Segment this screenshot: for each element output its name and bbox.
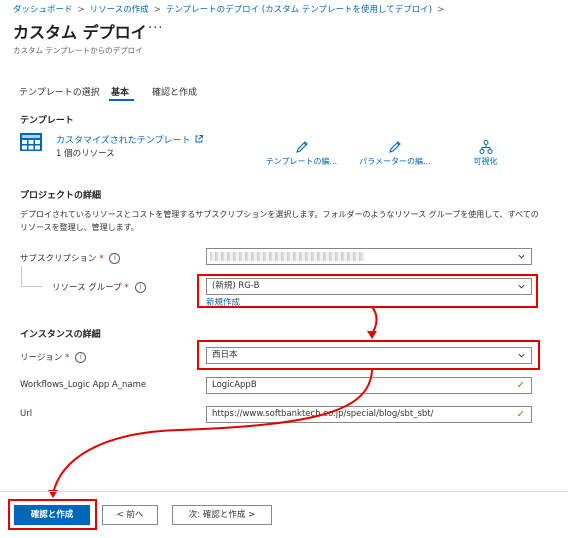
previous-button[interactable]: < 前へ [102,505,158,525]
footer-divider [0,491,568,492]
arrow-to-region [371,306,378,335]
arrowhead-region [367,331,377,339]
next-review-create-button[interactable]: 次: 確認と作成 > [172,505,272,525]
arrow-to-review-button [52,369,373,495]
annotation-arrows [48,306,378,498]
review-create-button[interactable]: 確認と作成 [14,505,90,525]
